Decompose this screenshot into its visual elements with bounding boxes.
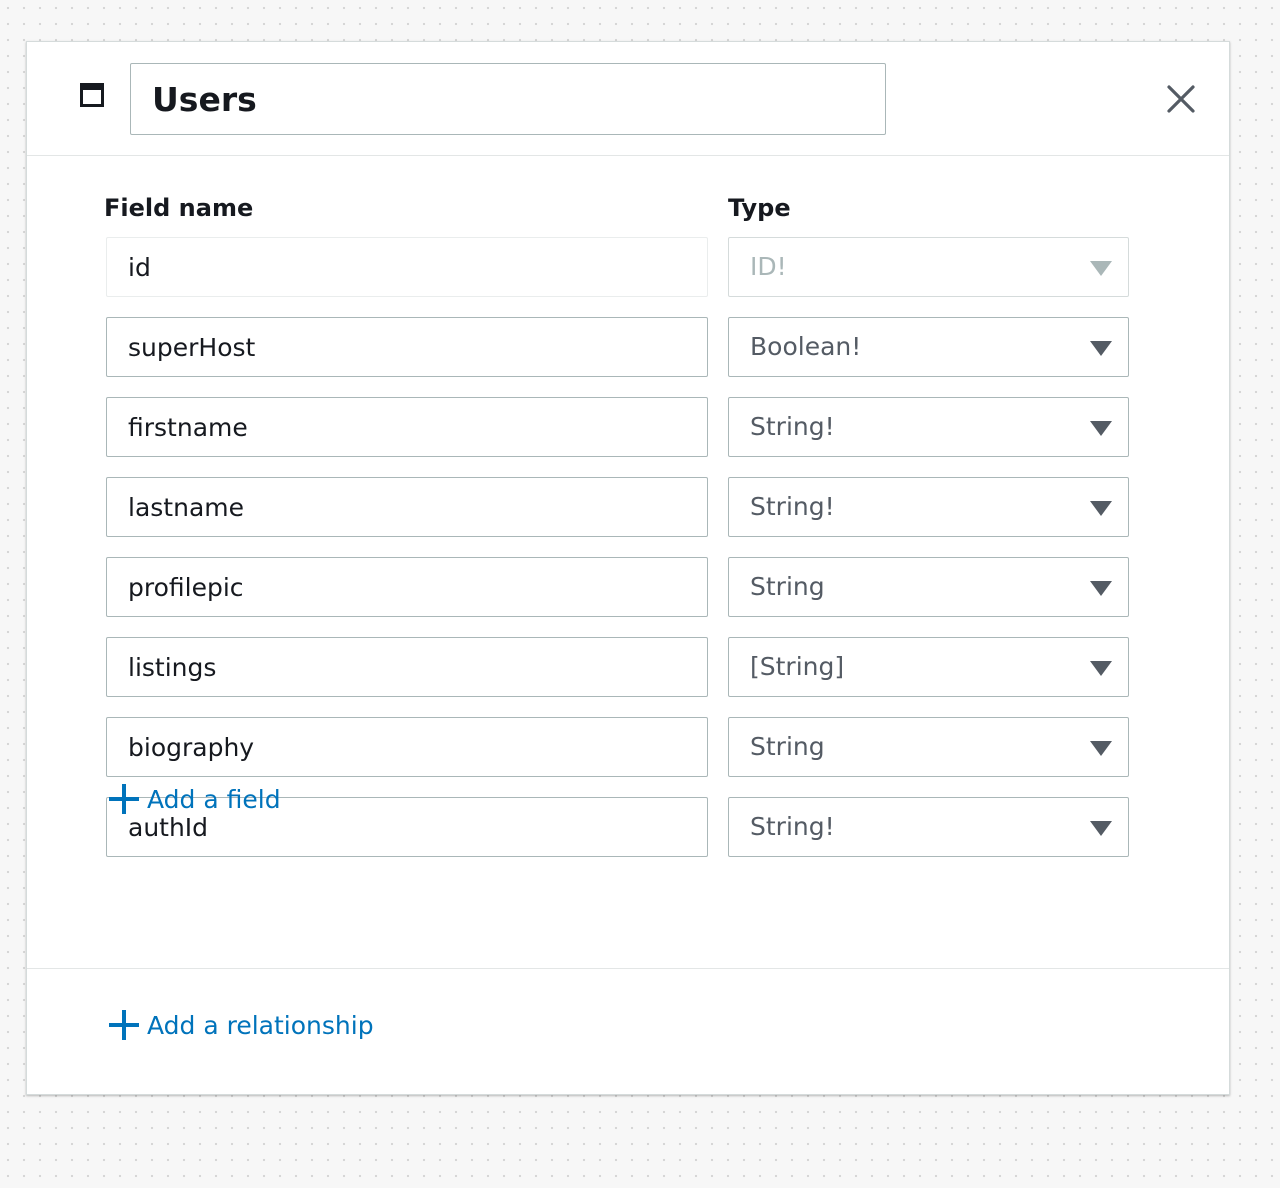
- caret-down-icon: [1090, 821, 1112, 836]
- add-relationship-link[interactable]: Add a relationship: [109, 1010, 374, 1040]
- field-type-select[interactable]: String!: [728, 797, 1129, 857]
- table-icon: [80, 83, 104, 107]
- field-type-value: String: [750, 732, 825, 761]
- field-name-column-header: Field name: [104, 194, 254, 222]
- caret-down-icon: [1090, 341, 1112, 356]
- field-type-value: ID!: [750, 252, 787, 281]
- field-name-input[interactable]: [106, 637, 708, 697]
- plus-icon: [109, 1010, 139, 1040]
- field-type-value: String!: [750, 812, 835, 841]
- field-type-select[interactable]: String: [728, 717, 1129, 777]
- field-name-input[interactable]: [106, 477, 708, 537]
- field-type-select: ID!: [728, 237, 1129, 297]
- close-button[interactable]: [1165, 83, 1197, 115]
- field-type-select[interactable]: Boolean!: [728, 317, 1129, 377]
- caret-down-icon: [1090, 261, 1112, 276]
- add-field-link[interactable]: Add a field: [109, 784, 281, 814]
- field-type-select[interactable]: [String]: [728, 637, 1129, 697]
- add-field-label: Add a field: [147, 784, 281, 814]
- field-name-input[interactable]: [106, 557, 708, 617]
- field-name-input: [106, 237, 708, 297]
- field-name-input[interactable]: [106, 397, 708, 457]
- caret-down-icon: [1090, 741, 1112, 756]
- field-type-value: Boolean!: [750, 332, 862, 361]
- type-column-header: Type: [728, 194, 791, 222]
- field-type-value: String: [750, 572, 825, 601]
- fields-section: Field name Type ID! Boolean! St: [27, 156, 1229, 969]
- field-type-select[interactable]: String!: [728, 397, 1129, 457]
- add-relationship-label: Add a relationship: [147, 1010, 374, 1040]
- caret-down-icon: [1090, 581, 1112, 596]
- table-name-input[interactable]: [130, 63, 886, 135]
- caret-down-icon: [1090, 421, 1112, 436]
- card-header: [27, 42, 1229, 156]
- close-icon: [1167, 85, 1195, 113]
- field-type-select[interactable]: String!: [728, 477, 1129, 537]
- caret-down-icon: [1090, 661, 1112, 676]
- field-name-input[interactable]: [106, 317, 708, 377]
- field-name-input[interactable]: [106, 717, 708, 777]
- field-type-select[interactable]: String: [728, 557, 1129, 617]
- caret-down-icon: [1090, 501, 1112, 516]
- table-editor-card: Field name Type ID! Boolean! St: [26, 41, 1230, 1095]
- field-type-value: String!: [750, 492, 835, 521]
- field-type-value: [String]: [750, 652, 845, 681]
- plus-icon: [109, 784, 139, 814]
- field-type-value: String!: [750, 412, 835, 441]
